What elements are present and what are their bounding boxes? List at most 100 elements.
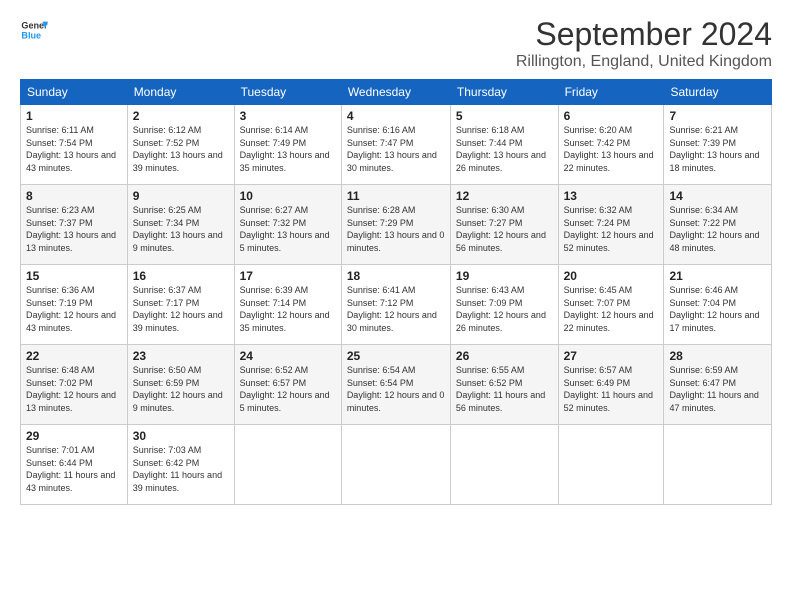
day-number: 13 bbox=[564, 189, 659, 203]
header-tuesday: Tuesday bbox=[234, 80, 341, 105]
day-info: Sunrise: 6:55 AMSunset: 6:52 PMDaylight:… bbox=[456, 365, 545, 413]
day-info: Sunrise: 6:16 AMSunset: 7:47 PMDaylight:… bbox=[347, 125, 437, 173]
day-number: 20 bbox=[564, 269, 659, 283]
calendar-day-cell: 11 Sunrise: 6:28 AMSunset: 7:29 PMDaylig… bbox=[341, 185, 450, 265]
calendar-day-cell: 20 Sunrise: 6:45 AMSunset: 7:07 PMDaylig… bbox=[558, 265, 664, 345]
day-info: Sunrise: 6:32 AMSunset: 7:24 PMDaylight:… bbox=[564, 205, 654, 253]
day-number: 14 bbox=[669, 189, 766, 203]
calendar-day-cell: 29 Sunrise: 7:01 AMSunset: 6:44 PMDaylig… bbox=[21, 425, 128, 505]
day-info: Sunrise: 6:21 AMSunset: 7:39 PMDaylight:… bbox=[669, 125, 759, 173]
calendar-day-cell: 9 Sunrise: 6:25 AMSunset: 7:34 PMDayligh… bbox=[127, 185, 234, 265]
header-monday: Monday bbox=[127, 80, 234, 105]
calendar-header-row: Sunday Monday Tuesday Wednesday Thursday… bbox=[21, 80, 772, 105]
calendar-day-cell: 27 Sunrise: 6:57 AMSunset: 6:49 PMDaylig… bbox=[558, 345, 664, 425]
day-info: Sunrise: 6:54 AMSunset: 6:54 PMDaylight:… bbox=[347, 365, 445, 413]
calendar-day-cell: 28 Sunrise: 6:59 AMSunset: 6:47 PMDaylig… bbox=[664, 345, 772, 425]
day-number: 4 bbox=[347, 109, 445, 123]
calendar-day-cell: 12 Sunrise: 6:30 AMSunset: 7:27 PMDaylig… bbox=[450, 185, 558, 265]
day-info: Sunrise: 6:20 AMSunset: 7:42 PMDaylight:… bbox=[564, 125, 654, 173]
day-info: Sunrise: 7:01 AMSunset: 6:44 PMDaylight:… bbox=[26, 445, 115, 493]
day-number: 6 bbox=[564, 109, 659, 123]
header: General Blue September 2024 Rillington, … bbox=[20, 16, 772, 71]
day-number: 2 bbox=[133, 109, 229, 123]
empty-cell bbox=[450, 425, 558, 505]
header-wednesday: Wednesday bbox=[341, 80, 450, 105]
day-info: Sunrise: 6:36 AMSunset: 7:19 PMDaylight:… bbox=[26, 285, 116, 333]
calendar-day-cell: 30 Sunrise: 7:03 AMSunset: 6:42 PMDaylig… bbox=[127, 425, 234, 505]
calendar-day-cell: 26 Sunrise: 6:55 AMSunset: 6:52 PMDaylig… bbox=[450, 345, 558, 425]
day-info: Sunrise: 6:45 AMSunset: 7:07 PMDaylight:… bbox=[564, 285, 654, 333]
day-number: 25 bbox=[347, 349, 445, 363]
location-title: Rillington, England, United Kingdom bbox=[516, 53, 772, 71]
calendar-day-cell: 22 Sunrise: 6:48 AMSunset: 7:02 PMDaylig… bbox=[21, 345, 128, 425]
header-thursday: Thursday bbox=[450, 80, 558, 105]
day-info: Sunrise: 7:03 AMSunset: 6:42 PMDaylight:… bbox=[133, 445, 222, 493]
day-info: Sunrise: 6:23 AMSunset: 7:37 PMDaylight:… bbox=[26, 205, 116, 253]
calendar-week-row: 1 Sunrise: 6:11 AMSunset: 7:54 PMDayligh… bbox=[21, 105, 772, 185]
day-number: 30 bbox=[133, 429, 229, 443]
calendar-day-cell: 1 Sunrise: 6:11 AMSunset: 7:54 PMDayligh… bbox=[21, 105, 128, 185]
empty-cell bbox=[664, 425, 772, 505]
page: General Blue September 2024 Rillington, … bbox=[0, 0, 792, 612]
calendar-day-cell: 21 Sunrise: 6:46 AMSunset: 7:04 PMDaylig… bbox=[664, 265, 772, 345]
header-saturday: Saturday bbox=[664, 80, 772, 105]
calendar-day-cell: 13 Sunrise: 6:32 AMSunset: 7:24 PMDaylig… bbox=[558, 185, 664, 265]
day-number: 23 bbox=[133, 349, 229, 363]
day-number: 18 bbox=[347, 269, 445, 283]
day-number: 12 bbox=[456, 189, 553, 203]
day-info: Sunrise: 6:18 AMSunset: 7:44 PMDaylight:… bbox=[456, 125, 546, 173]
day-info: Sunrise: 6:11 AMSunset: 7:54 PMDaylight:… bbox=[26, 125, 116, 173]
day-number: 24 bbox=[240, 349, 336, 363]
empty-cell bbox=[558, 425, 664, 505]
calendar-day-cell: 6 Sunrise: 6:20 AMSunset: 7:42 PMDayligh… bbox=[558, 105, 664, 185]
calendar-day-cell: 14 Sunrise: 6:34 AMSunset: 7:22 PMDaylig… bbox=[664, 185, 772, 265]
calendar-week-row: 15 Sunrise: 6:36 AMSunset: 7:19 PMDaylig… bbox=[21, 265, 772, 345]
calendar-day-cell: 19 Sunrise: 6:43 AMSunset: 7:09 PMDaylig… bbox=[450, 265, 558, 345]
day-number: 22 bbox=[26, 349, 122, 363]
calendar-day-cell: 4 Sunrise: 6:16 AMSunset: 7:47 PMDayligh… bbox=[341, 105, 450, 185]
day-number: 17 bbox=[240, 269, 336, 283]
day-info: Sunrise: 6:12 AMSunset: 7:52 PMDaylight:… bbox=[133, 125, 223, 173]
calendar-day-cell: 8 Sunrise: 6:23 AMSunset: 7:37 PMDayligh… bbox=[21, 185, 128, 265]
empty-cell bbox=[234, 425, 341, 505]
calendar-day-cell: 3 Sunrise: 6:14 AMSunset: 7:49 PMDayligh… bbox=[234, 105, 341, 185]
calendar-week-row: 22 Sunrise: 6:48 AMSunset: 7:02 PMDaylig… bbox=[21, 345, 772, 425]
calendar-day-cell: 24 Sunrise: 6:52 AMSunset: 6:57 PMDaylig… bbox=[234, 345, 341, 425]
day-info: Sunrise: 6:46 AMSunset: 7:04 PMDaylight:… bbox=[669, 285, 759, 333]
calendar-day-cell: 18 Sunrise: 6:41 AMSunset: 7:12 PMDaylig… bbox=[341, 265, 450, 345]
day-number: 11 bbox=[347, 189, 445, 203]
day-info: Sunrise: 6:39 AMSunset: 7:14 PMDaylight:… bbox=[240, 285, 330, 333]
day-info: Sunrise: 6:37 AMSunset: 7:17 PMDaylight:… bbox=[133, 285, 223, 333]
day-number: 28 bbox=[669, 349, 766, 363]
day-number: 7 bbox=[669, 109, 766, 123]
day-info: Sunrise: 6:34 AMSunset: 7:22 PMDaylight:… bbox=[669, 205, 759, 253]
day-number: 10 bbox=[240, 189, 336, 203]
month-title: September 2024 bbox=[516, 16, 772, 53]
day-info: Sunrise: 6:30 AMSunset: 7:27 PMDaylight:… bbox=[456, 205, 546, 253]
day-info: Sunrise: 6:48 AMSunset: 7:02 PMDaylight:… bbox=[26, 365, 116, 413]
day-info: Sunrise: 6:43 AMSunset: 7:09 PMDaylight:… bbox=[456, 285, 546, 333]
svg-text:Blue: Blue bbox=[21, 30, 41, 40]
day-number: 29 bbox=[26, 429, 122, 443]
calendar-day-cell: 5 Sunrise: 6:18 AMSunset: 7:44 PMDayligh… bbox=[450, 105, 558, 185]
day-info: Sunrise: 6:25 AMSunset: 7:34 PMDaylight:… bbox=[133, 205, 223, 253]
day-info: Sunrise: 6:27 AMSunset: 7:32 PMDaylight:… bbox=[240, 205, 330, 253]
day-number: 3 bbox=[240, 109, 336, 123]
calendar-day-cell: 17 Sunrise: 6:39 AMSunset: 7:14 PMDaylig… bbox=[234, 265, 341, 345]
calendar-table: Sunday Monday Tuesday Wednesday Thursday… bbox=[20, 79, 772, 505]
day-number: 21 bbox=[669, 269, 766, 283]
calendar-week-row: 29 Sunrise: 7:01 AMSunset: 6:44 PMDaylig… bbox=[21, 425, 772, 505]
day-number: 5 bbox=[456, 109, 553, 123]
day-number: 16 bbox=[133, 269, 229, 283]
day-number: 15 bbox=[26, 269, 122, 283]
day-info: Sunrise: 6:57 AMSunset: 6:49 PMDaylight:… bbox=[564, 365, 653, 413]
logo: General Blue bbox=[20, 16, 48, 44]
day-info: Sunrise: 6:52 AMSunset: 6:57 PMDaylight:… bbox=[240, 365, 330, 413]
day-number: 19 bbox=[456, 269, 553, 283]
calendar-day-cell: 23 Sunrise: 6:50 AMSunset: 6:59 PMDaylig… bbox=[127, 345, 234, 425]
calendar-day-cell: 15 Sunrise: 6:36 AMSunset: 7:19 PMDaylig… bbox=[21, 265, 128, 345]
day-info: Sunrise: 6:14 AMSunset: 7:49 PMDaylight:… bbox=[240, 125, 330, 173]
day-info: Sunrise: 6:28 AMSunset: 7:29 PMDaylight:… bbox=[347, 205, 445, 253]
empty-cell bbox=[341, 425, 450, 505]
title-block: September 2024 Rillington, England, Unit… bbox=[516, 16, 772, 71]
